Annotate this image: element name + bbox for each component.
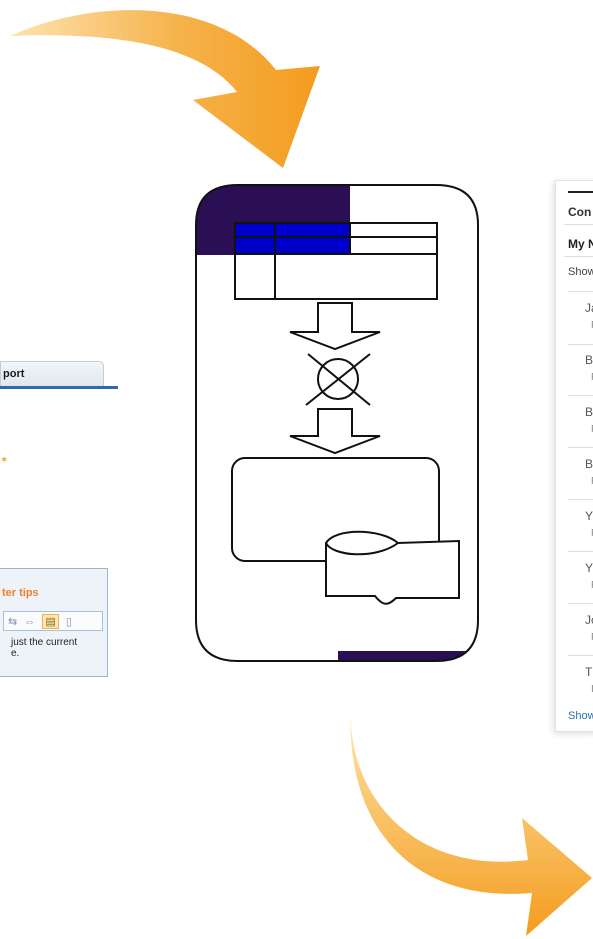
divider [568, 344, 593, 345]
divider [564, 256, 593, 257]
contact-name: B [585, 405, 593, 419]
divider [568, 395, 593, 396]
divider [568, 603, 593, 604]
contact-name: B [585, 353, 593, 367]
down-arrow-icon [289, 408, 381, 455]
curved-arrow-top [10, 10, 320, 169]
contact-name: B [585, 457, 593, 471]
diagram-canvas [10, 10, 592, 936]
divider [568, 291, 593, 292]
contact-name: Y [585, 561, 593, 575]
divider [568, 499, 593, 500]
purple-bottom-band [338, 651, 478, 661]
table-icon [234, 222, 438, 300]
database-cylinder-icon [325, 530, 460, 605]
contact-name: Y [585, 509, 593, 523]
divider [568, 551, 593, 552]
divider [568, 655, 593, 656]
contact-name: Jo [585, 613, 593, 627]
show-filter[interactable]: Show [568, 266, 593, 278]
divider [564, 224, 593, 225]
down-arrow-icon [289, 302, 381, 351]
list-item[interactable]: T I [584, 665, 593, 715]
panel-header: Con [568, 205, 592, 219]
divider [568, 447, 593, 448]
circle-x-icon [305, 353, 371, 406]
contact-name: T [585, 665, 593, 679]
section-title: My N [568, 237, 593, 251]
contacts-panel: Con My N Show Ja F B F B F B F Y F Y F J… [555, 180, 593, 732]
panel-top-rule [568, 191, 593, 193]
show-more-link[interactable]: Show [568, 710, 593, 722]
contact-name: Ja [585, 301, 593, 315]
